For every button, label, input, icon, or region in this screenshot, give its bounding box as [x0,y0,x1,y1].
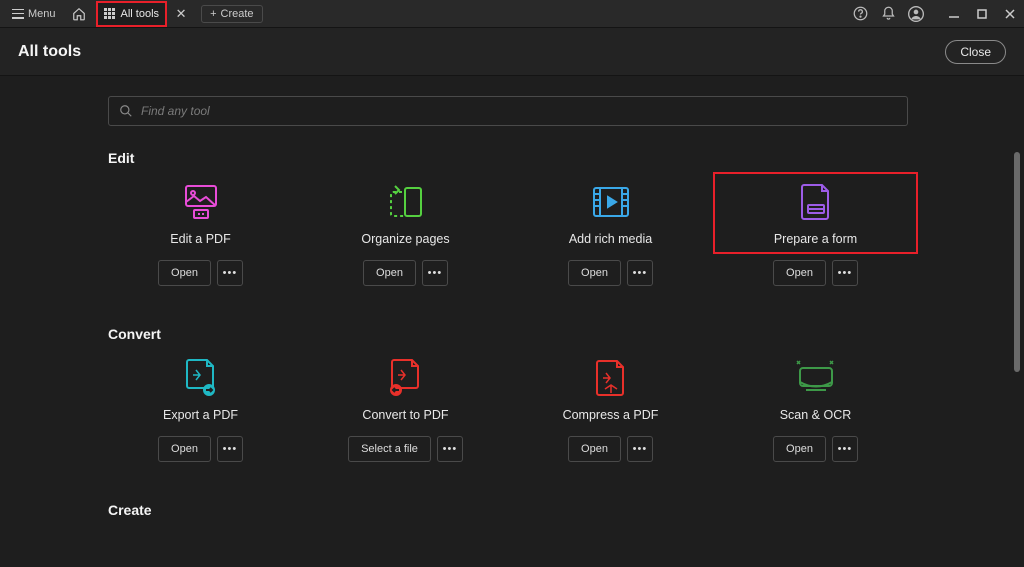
open-button[interactable]: Open [773,436,826,462]
content: Edit Edit a PDF Open ••• [0,76,1024,567]
notifications-button[interactable] [880,6,896,22]
tool-actions: Select a file ••• [348,436,463,462]
tool-compress-pdf[interactable]: Compress a PDF Open ••• [518,356,703,462]
select-file-button[interactable]: Select a file [348,436,431,462]
page-title: All tools [18,43,81,61]
more-button[interactable]: ••• [437,436,463,462]
create-label: Create [221,8,254,20]
tool-actions: Open ••• [568,260,653,286]
scan-ocr-icon [794,356,838,400]
maximize-button[interactable] [974,6,990,22]
edit-pdf-icon [180,180,222,224]
maximize-icon [975,7,989,21]
user-icon [908,6,924,22]
tab-close-button[interactable]: ✕ [171,6,191,22]
tool-actions: Open ••• [773,260,858,286]
menu-button[interactable]: Menu [6,6,62,22]
open-button[interactable]: Open [773,260,826,286]
tool-add-rich-media[interactable]: Add rich media Open ••• [518,180,703,286]
close-window-button[interactable] [1002,6,1018,22]
prepare-form-icon [800,180,832,224]
search-input[interactable] [141,104,897,118]
home-icon [72,7,86,21]
more-button[interactable]: ••• [217,436,243,462]
help-button[interactable] [852,6,868,22]
tool-organize-pages[interactable]: Organize pages Open ••• [313,180,498,286]
open-button[interactable]: Open [363,260,416,286]
tool-label: Compress a PDF [563,408,659,422]
menu-label: Menu [28,8,56,20]
tool-label: Edit a PDF [170,232,230,246]
title-bar: Menu All tools ✕ + Create [0,0,1024,28]
inner-content: Edit Edit a PDF Open ••• [108,96,908,518]
more-button[interactable]: ••• [627,260,653,286]
help-icon [853,6,868,21]
section-title-create: Create [108,502,908,518]
tool-actions: Open ••• [773,436,858,462]
open-button[interactable]: Open [568,260,621,286]
open-button[interactable]: Open [568,436,621,462]
create-button[interactable]: + Create [201,5,262,23]
more-button[interactable]: ••• [832,436,858,462]
grid-icon [104,8,115,19]
hamburger-icon [12,9,24,19]
tool-actions: Open ••• [158,260,243,286]
organize-pages-icon [385,180,427,224]
tool-actions: Open ••• [158,436,243,462]
tool-actions: Open ••• [568,436,653,462]
section-title-edit: Edit [108,150,908,166]
search-field[interactable] [108,96,908,126]
topbar-right [852,6,1018,22]
scrollbar[interactable] [1014,152,1020,552]
edit-tool-grid: Edit a PDF Open ••• Organize pages Open … [108,180,908,286]
topbar-left: Menu All tools ✕ + Create [6,1,263,27]
more-button[interactable]: ••• [832,260,858,286]
tool-edit-pdf[interactable]: Edit a PDF Open ••• [108,180,293,286]
bell-icon [881,6,896,21]
tool-label: Add rich media [569,232,652,246]
close-button[interactable]: Close [945,40,1006,64]
tool-label: Prepare a form [774,232,857,246]
tool-export-pdf[interactable]: Export a PDF Open ••• [108,356,293,462]
tool-convert-to-pdf[interactable]: Convert to PDF Select a file ••• [313,356,498,462]
tool-prepare-form[interactable]: Prepare a form Open ••• [723,180,908,286]
minimize-icon [947,7,961,21]
tool-actions: Open ••• [363,260,448,286]
export-pdf-icon [183,356,219,400]
rich-media-icon [592,180,630,224]
more-button[interactable]: ••• [217,260,243,286]
search-icon [119,104,133,118]
convert-to-pdf-icon [388,356,424,400]
tab-all-tools[interactable]: All tools [96,1,168,27]
main-area: Edit Edit a PDF Open ••• [0,76,1024,567]
open-button[interactable]: Open [158,436,211,462]
tool-label: Organize pages [361,232,449,246]
home-button[interactable] [66,5,92,23]
scrollbar-thumb[interactable] [1014,152,1020,372]
tool-label: Scan & OCR [780,408,852,422]
page-header: All tools Close [0,28,1024,76]
tool-scan-ocr[interactable]: Scan & OCR Open ••• [723,356,908,462]
more-button[interactable]: ••• [422,260,448,286]
account-button[interactable] [908,6,924,22]
close-icon [1003,7,1017,21]
tool-label: Export a PDF [163,408,238,422]
minimize-button[interactable] [946,6,962,22]
compress-pdf-icon [595,356,627,400]
plus-icon: + [210,8,216,20]
convert-tool-grid: Export a PDF Open ••• Convert to PDF Sel… [108,356,908,462]
more-button[interactable]: ••• [627,436,653,462]
tab-label: All tools [121,8,160,20]
tool-label: Convert to PDF [362,408,448,422]
section-title-convert: Convert [108,326,908,342]
open-button[interactable]: Open [158,260,211,286]
